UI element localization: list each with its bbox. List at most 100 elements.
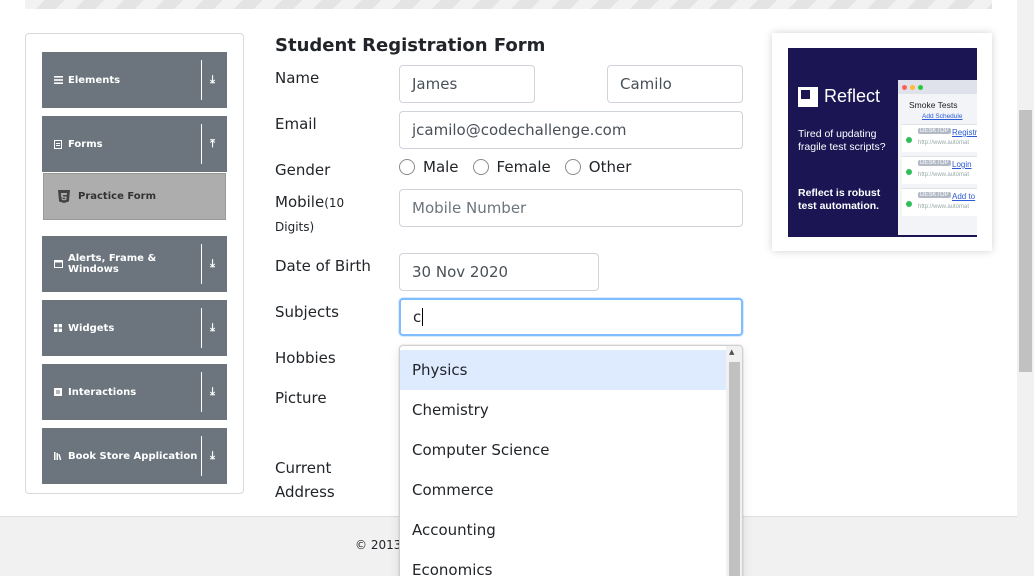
dropdown-option-commerce[interactable]: Commerce <box>400 470 728 510</box>
ad-test-row: DESKTOP Registr http://www.automat <box>902 124 977 152</box>
ad-window-link: Add Schedule <box>922 113 963 120</box>
ad-window-titlebar <box>898 80 977 94</box>
ad-row-link: Registr <box>952 128 977 137</box>
nav-group-forms[interactable]: Forms ⤒ <box>42 116 227 172</box>
page-scrollbar[interactable] <box>1017 0 1034 576</box>
nav-group-alerts[interactable]: Alerts, Frame & Windows ⤓ <box>42 236 227 292</box>
hobbies-label: Hobbies <box>275 349 336 367</box>
dropdown-scrollbar-thumb[interactable] <box>729 362 740 576</box>
reflect-logo-icon <box>798 86 818 107</box>
status-dot-icon <box>906 137 912 143</box>
gender-radio-female[interactable]: Female <box>472 158 551 176</box>
left-navigation: Elements ⤓ Forms ⤒ Practice Form Alerts,… <box>25 33 244 494</box>
nav-group-label: Book Store Application <box>68 450 198 462</box>
nav-item-practice-form[interactable]: Practice Form <box>43 173 226 220</box>
date-of-birth-input[interactable]: 30 Nov 2020 <box>399 253 599 291</box>
dropdown-option-physics[interactable]: Physics <box>400 350 728 390</box>
widgets-icon <box>50 324 66 332</box>
ad-tagline: Reflect is robust test automation. <box>798 187 881 212</box>
scroll-up-arrow-icon[interactable]: ▲ <box>729 348 734 356</box>
nav-group-label: Alerts, Frame & Windows <box>68 253 157 275</box>
footer-copyright: © 2013 <box>355 538 402 552</box>
window-maximize-dot <box>918 84 923 90</box>
mobile-input[interactable]: Mobile Number <box>399 189 743 227</box>
last-name-input[interactable]: Camilo <box>607 65 743 103</box>
mobile-label-text: Mobile <box>275 193 325 211</box>
nav-group-label: Elements <box>68 74 121 86</box>
ad-row-url: http://www.automat <box>918 204 970 210</box>
dropdown-options: Physics Chemistry Computer Science Comme… <box>400 346 742 576</box>
ad-brand: Reflect <box>798 86 880 107</box>
ad-app-window: Smoke Tests Add Schedule DESKTOP Registr… <box>898 80 977 235</box>
chevron-down-icon[interactable]: ⤓ <box>201 372 223 412</box>
status-dot-icon <box>906 169 912 175</box>
ad-test-row: DESKTOP Add to http://www.automat <box>902 188 977 216</box>
email-input[interactable]: jcamilo@codechallenge.com <box>399 111 743 149</box>
picture-label: Picture <box>275 389 327 407</box>
form-icon <box>50 139 66 149</box>
interactions-icon <box>50 388 66 396</box>
gender-radio-male[interactable]: Male <box>399 158 459 176</box>
radio-circle[interactable] <box>564 159 581 175</box>
dropdown-option-chemistry[interactable]: Chemistry <box>400 390 728 430</box>
status-dot-icon <box>906 201 912 207</box>
gender-radio-other[interactable]: Other <box>564 158 632 176</box>
page-scrollbar-thumb[interactable] <box>1019 110 1032 372</box>
top-banner-strip <box>25 0 992 9</box>
ad-row-link: Add to <box>952 192 976 201</box>
chevron-down-icon[interactable]: ⤓ <box>201 60 223 100</box>
first-name-input[interactable]: James <box>399 65 535 103</box>
nav-group-label: Forms <box>68 138 103 150</box>
ad-row-tag: DESKTOP <box>918 128 951 134</box>
text-cursor <box>422 308 424 326</box>
chevron-down-icon[interactable]: ⤓ <box>201 308 223 348</box>
current-address-label-line1: Current <box>275 459 332 477</box>
nav-group-elements[interactable]: Elements ⤓ <box>42 52 227 108</box>
radio-label: Male <box>423 158 459 176</box>
mobile-label: Mobile(10 <box>275 190 344 215</box>
nav-group-label: Interactions <box>68 386 137 398</box>
ad-row-link: Login <box>952 160 972 169</box>
ad-row-tag: DESKTOP <box>918 160 951 166</box>
nav-group-interactions[interactable]: Interactions ⤓ <box>42 364 227 420</box>
dropdown-option-economics[interactable]: Economics <box>400 550 728 576</box>
subjects-label: Subjects <box>275 303 339 321</box>
reflect-ad-banner[interactable]: Reflect Tired of updating fragile test s… <box>788 48 977 237</box>
page-title: Student Registration Form <box>275 35 546 56</box>
ad-headline: Tired of updating fragile test scripts? <box>798 128 886 153</box>
mobile-hint-line2: Digits) <box>275 214 314 239</box>
nav-group-book-store[interactable]: Book Store Application ⤓ <box>42 428 227 484</box>
nav-group-label: Widgets <box>68 322 115 334</box>
subjects-typed-text: c <box>413 308 422 326</box>
email-label: Email <box>275 115 317 133</box>
subjects-input[interactable]: c <box>399 298 743 336</box>
ad-test-row: DESKTOP Login http://www.automat <box>902 156 977 184</box>
dropdown-option-accounting[interactable]: Accounting <box>400 510 728 550</box>
nav-group-widgets[interactable]: Widgets ⤓ <box>42 300 227 356</box>
ad-window-title: Smoke Tests <box>909 100 958 110</box>
ad-row-url: http://www.automat <box>918 172 970 178</box>
radio-circle[interactable] <box>399 159 415 175</box>
ad-row-url: http://www.automat <box>918 140 970 146</box>
window-minimize-dot <box>910 84 915 90</box>
window-close-dot <box>902 84 907 90</box>
chevron-down-icon[interactable]: ⤓ <box>201 244 223 284</box>
dropdown-scrollbar[interactable]: ▲ <box>726 346 742 576</box>
dob-label: Date of Birth <box>275 257 371 275</box>
subjects-dropdown-menu: Physics Chemistry Computer Science Comme… <box>399 345 743 576</box>
chevron-down-icon[interactable]: ⤓ <box>201 436 223 476</box>
radio-label: Other <box>588 158 632 176</box>
radio-circle[interactable] <box>472 159 489 175</box>
mobile-hint-digits: Digits) <box>275 220 315 234</box>
ad-brand-name: Reflect <box>824 86 881 106</box>
gender-radio-group: Male Female Other <box>399 158 645 176</box>
window-icon <box>50 260 66 268</box>
radio-label: Female <box>496 158 551 176</box>
mobile-hint: (10 <box>324 196 345 210</box>
dropdown-option-computer-science[interactable]: Computer Science <box>400 430 728 470</box>
gender-label: Gender <box>275 161 331 179</box>
chevron-up-icon[interactable]: ⤒ <box>201 124 223 164</box>
html5-icon <box>58 190 70 203</box>
current-address-label-line2: Address <box>275 483 335 501</box>
bookstore-icon <box>50 452 66 460</box>
